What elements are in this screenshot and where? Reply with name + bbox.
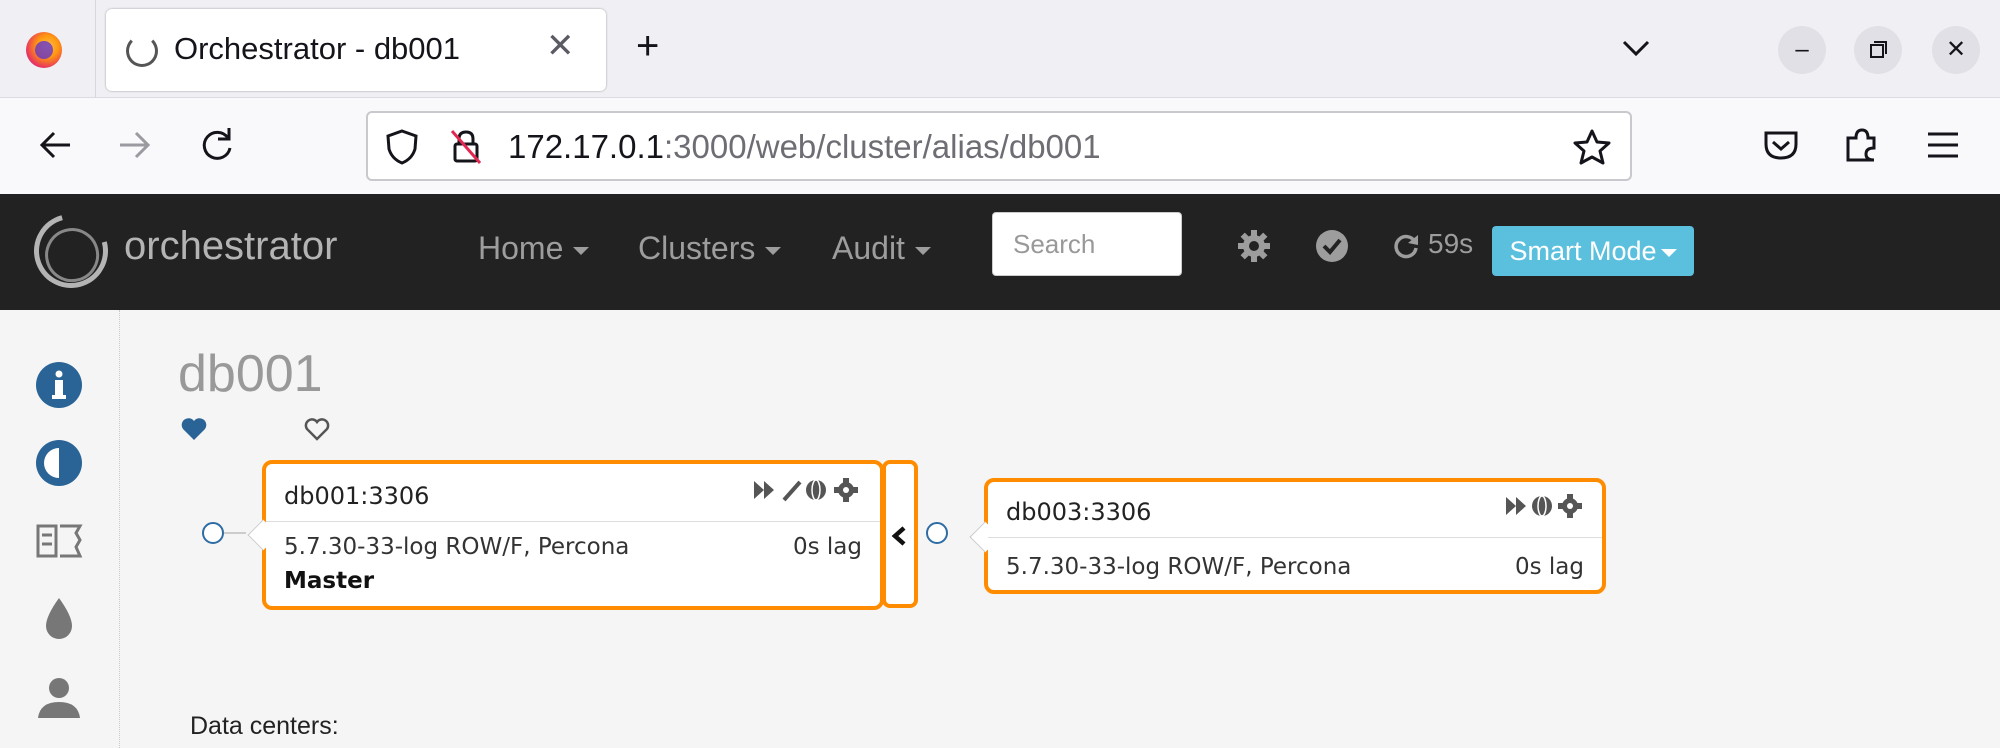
- menu-audit[interactable]: Audit: [832, 230, 931, 267]
- pocket-icon[interactable]: [1756, 120, 1806, 170]
- node-header: db003:3306: [988, 482, 1602, 538]
- page-title: db001: [178, 345, 323, 403]
- pencil-icon: [782, 480, 802, 502]
- node-name[interactable]: db001:3306: [284, 482, 429, 510]
- tab-favicon-icon: [126, 35, 158, 67]
- drop-icon[interactable]: [34, 594, 84, 644]
- reload-icon[interactable]: [192, 120, 242, 170]
- user-icon[interactable]: [34, 672, 84, 722]
- bookmark-star-icon[interactable]: [1572, 127, 1612, 167]
- node-tools: [1506, 494, 1582, 518]
- gear-icon: [834, 478, 858, 502]
- tab-separator: [95, 0, 96, 98]
- info-icon[interactable]: [34, 360, 84, 410]
- gear-icon[interactable]: [1236, 228, 1272, 264]
- chevron-down-icon: [1660, 248, 1677, 257]
- node-card-master[interactable]: db001:3306 5.7.30-33-log ROW/F, Percona …: [247, 460, 884, 610]
- globe-icon: [806, 479, 826, 501]
- tab-title: Orchestrator - db001: [174, 31, 461, 66]
- collapse-replicas-button[interactable]: [882, 460, 918, 608]
- browser-nav-bar: 172.17.0.1:3000/web/cluster/alias/db001: [0, 98, 2000, 194]
- insecure-lock-icon[interactable]: [446, 127, 486, 167]
- globe-icon: [1532, 495, 1552, 517]
- gear-icon: [1558, 494, 1582, 518]
- node-name[interactable]: db003:3306: [1006, 498, 1151, 526]
- data-centers-label: Data centers:: [190, 712, 339, 740]
- search-input[interactable]: [992, 212, 1182, 276]
- back-icon[interactable]: [30, 120, 80, 170]
- browser-tab-active[interactable]: Orchestrator - db001 ✕: [106, 9, 606, 91]
- refresh-icon[interactable]: [1392, 232, 1420, 260]
- heart-outline-icon[interactable]: [303, 416, 331, 442]
- contrast-icon[interactable]: [34, 438, 84, 488]
- browser-tab-bar: Orchestrator - db001 ✕ + – ✕: [0, 0, 2000, 98]
- node-version: 5.7.30-33-log ROW/F, Percona: [284, 534, 630, 560]
- chevron-down-icon: [765, 246, 782, 255]
- chevron-down-icon: [573, 246, 590, 255]
- node-header: db001:3306: [266, 464, 880, 522]
- extensions-icon[interactable]: [1836, 120, 1886, 170]
- fast-forward-icon: [754, 481, 774, 499]
- chevron-left-icon: [891, 526, 906, 546]
- list-icon[interactable]: [34, 516, 84, 566]
- refresh-countdown: 59s: [1428, 228, 1474, 259]
- node-role: Master: [284, 568, 375, 594]
- node-card-replica[interactable]: db003:3306 5.7.30-33-log ROW/F, Percona …: [969, 478, 1606, 594]
- smart-mode-button[interactable]: Smart Mode: [1492, 226, 1694, 276]
- menu-clusters[interactable]: Clusters: [638, 230, 782, 267]
- node-lag: 0s lag: [792, 534, 862, 560]
- menu-home[interactable]: Home: [478, 230, 590, 267]
- node-version: 5.7.30-33-log ROW/F, Percona: [1006, 554, 1352, 580]
- check-circle-icon[interactable]: [1314, 228, 1350, 264]
- hamburger-menu-icon[interactable]: [1918, 120, 1968, 170]
- forward-icon[interactable]: [110, 120, 160, 170]
- firefox-logo-icon: [26, 32, 62, 68]
- node-connector[interactable]: [202, 522, 224, 544]
- heart-icon[interactable]: [180, 416, 208, 442]
- list-all-tabs-icon[interactable]: [1618, 30, 1654, 66]
- shield-icon[interactable]: [382, 127, 422, 167]
- sidebar: [0, 310, 120, 748]
- fast-forward-icon: [1506, 497, 1526, 515]
- node-pointer: [247, 519, 279, 551]
- url-text: 172.17.0.1:3000/web/cluster/alias/db001: [508, 128, 1101, 165]
- connector-line: [224, 532, 246, 534]
- close-window-icon[interactable]: ✕: [1932, 26, 1980, 74]
- tab-close-icon[interactable]: ✕: [546, 29, 575, 63]
- brand-name[interactable]: orchestrator: [124, 224, 337, 269]
- orchestrator-logo-icon[interactable]: [20, 200, 122, 302]
- node-connector[interactable]: [926, 522, 948, 544]
- new-tab-icon[interactable]: +: [636, 26, 659, 66]
- node-tools: [754, 478, 858, 502]
- chevron-down-icon: [914, 246, 931, 255]
- url-bar[interactable]: 172.17.0.1:3000/web/cluster/alias/db001: [366, 111, 1632, 181]
- app-navbar: orchestrator Home Clusters Audit 59s Sma…: [0, 194, 2000, 310]
- node-lag: 0s lag: [1514, 554, 1584, 580]
- minimize-icon[interactable]: –: [1778, 26, 1826, 74]
- restore-icon[interactable]: [1854, 26, 1902, 74]
